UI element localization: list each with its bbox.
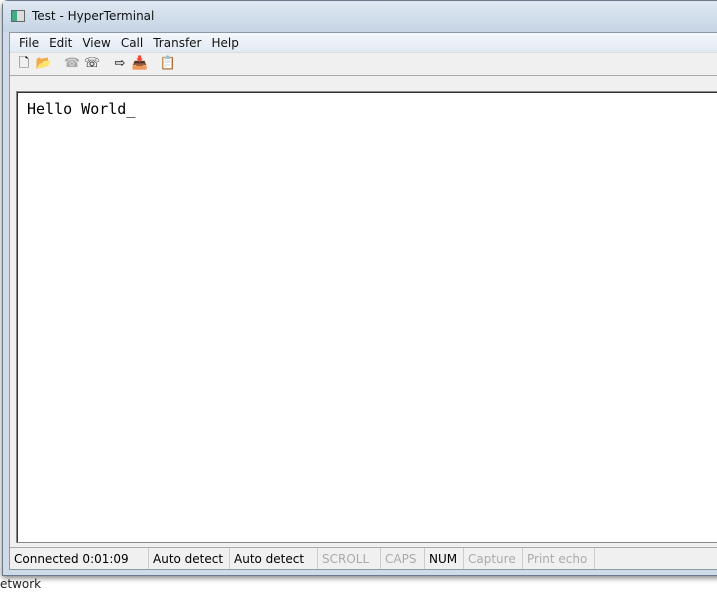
properties-icon[interactable]: 📋 [159,55,177,73]
receive-icon[interactable]: 📥 [131,55,149,73]
terminal-area[interactable]: Hello World_ [16,91,717,543]
menu-view[interactable]: View [77,36,115,50]
window-title: Test - HyperTerminal [32,9,155,23]
menu-help[interactable]: Help [207,36,244,50]
new-icon[interactable]: 🗋 [15,55,33,73]
menu-edit[interactable]: Edit [44,36,77,50]
menu-call[interactable]: Call [116,36,148,50]
app-icon [11,10,25,22]
desktop-label: etwork [0,577,42,591]
hyperterminal-window: Test - HyperTerminal File Edit View Call… [2,0,717,576]
title-bar[interactable]: Test - HyperTerminal [3,1,717,32]
terminal-text: Hello World_ [27,100,136,118]
status-print-echo: Print echo [523,548,595,569]
menu-transfer[interactable]: Transfer [148,36,206,50]
status-connection: Connected 0:01:09 [10,548,149,569]
status-terminal-type: Auto detect [149,548,230,569]
status-caps: CAPS [381,548,425,569]
menu-bar: File Edit View Call Transfer Help [10,33,717,52]
open-icon[interactable]: 📂 [35,55,53,73]
status-scroll: SCROLL [318,548,381,569]
send-icon[interactable]: ⇨ [111,55,129,73]
status-port-settings: Auto detect [230,548,318,569]
menu-file[interactable]: File [14,36,44,50]
disconnect-phone-icon[interactable]: ☎ [63,55,81,73]
toolbar: 🗋 📂 ☎ ☏ ⇨ 📥 📋 [10,52,717,76]
connect-phone-icon[interactable]: ☏ [83,55,101,73]
status-bar: Connected 0:01:09 Auto detect Auto detec… [10,547,717,569]
status-num: NUM [425,548,464,569]
status-capture: Capture [464,548,523,569]
